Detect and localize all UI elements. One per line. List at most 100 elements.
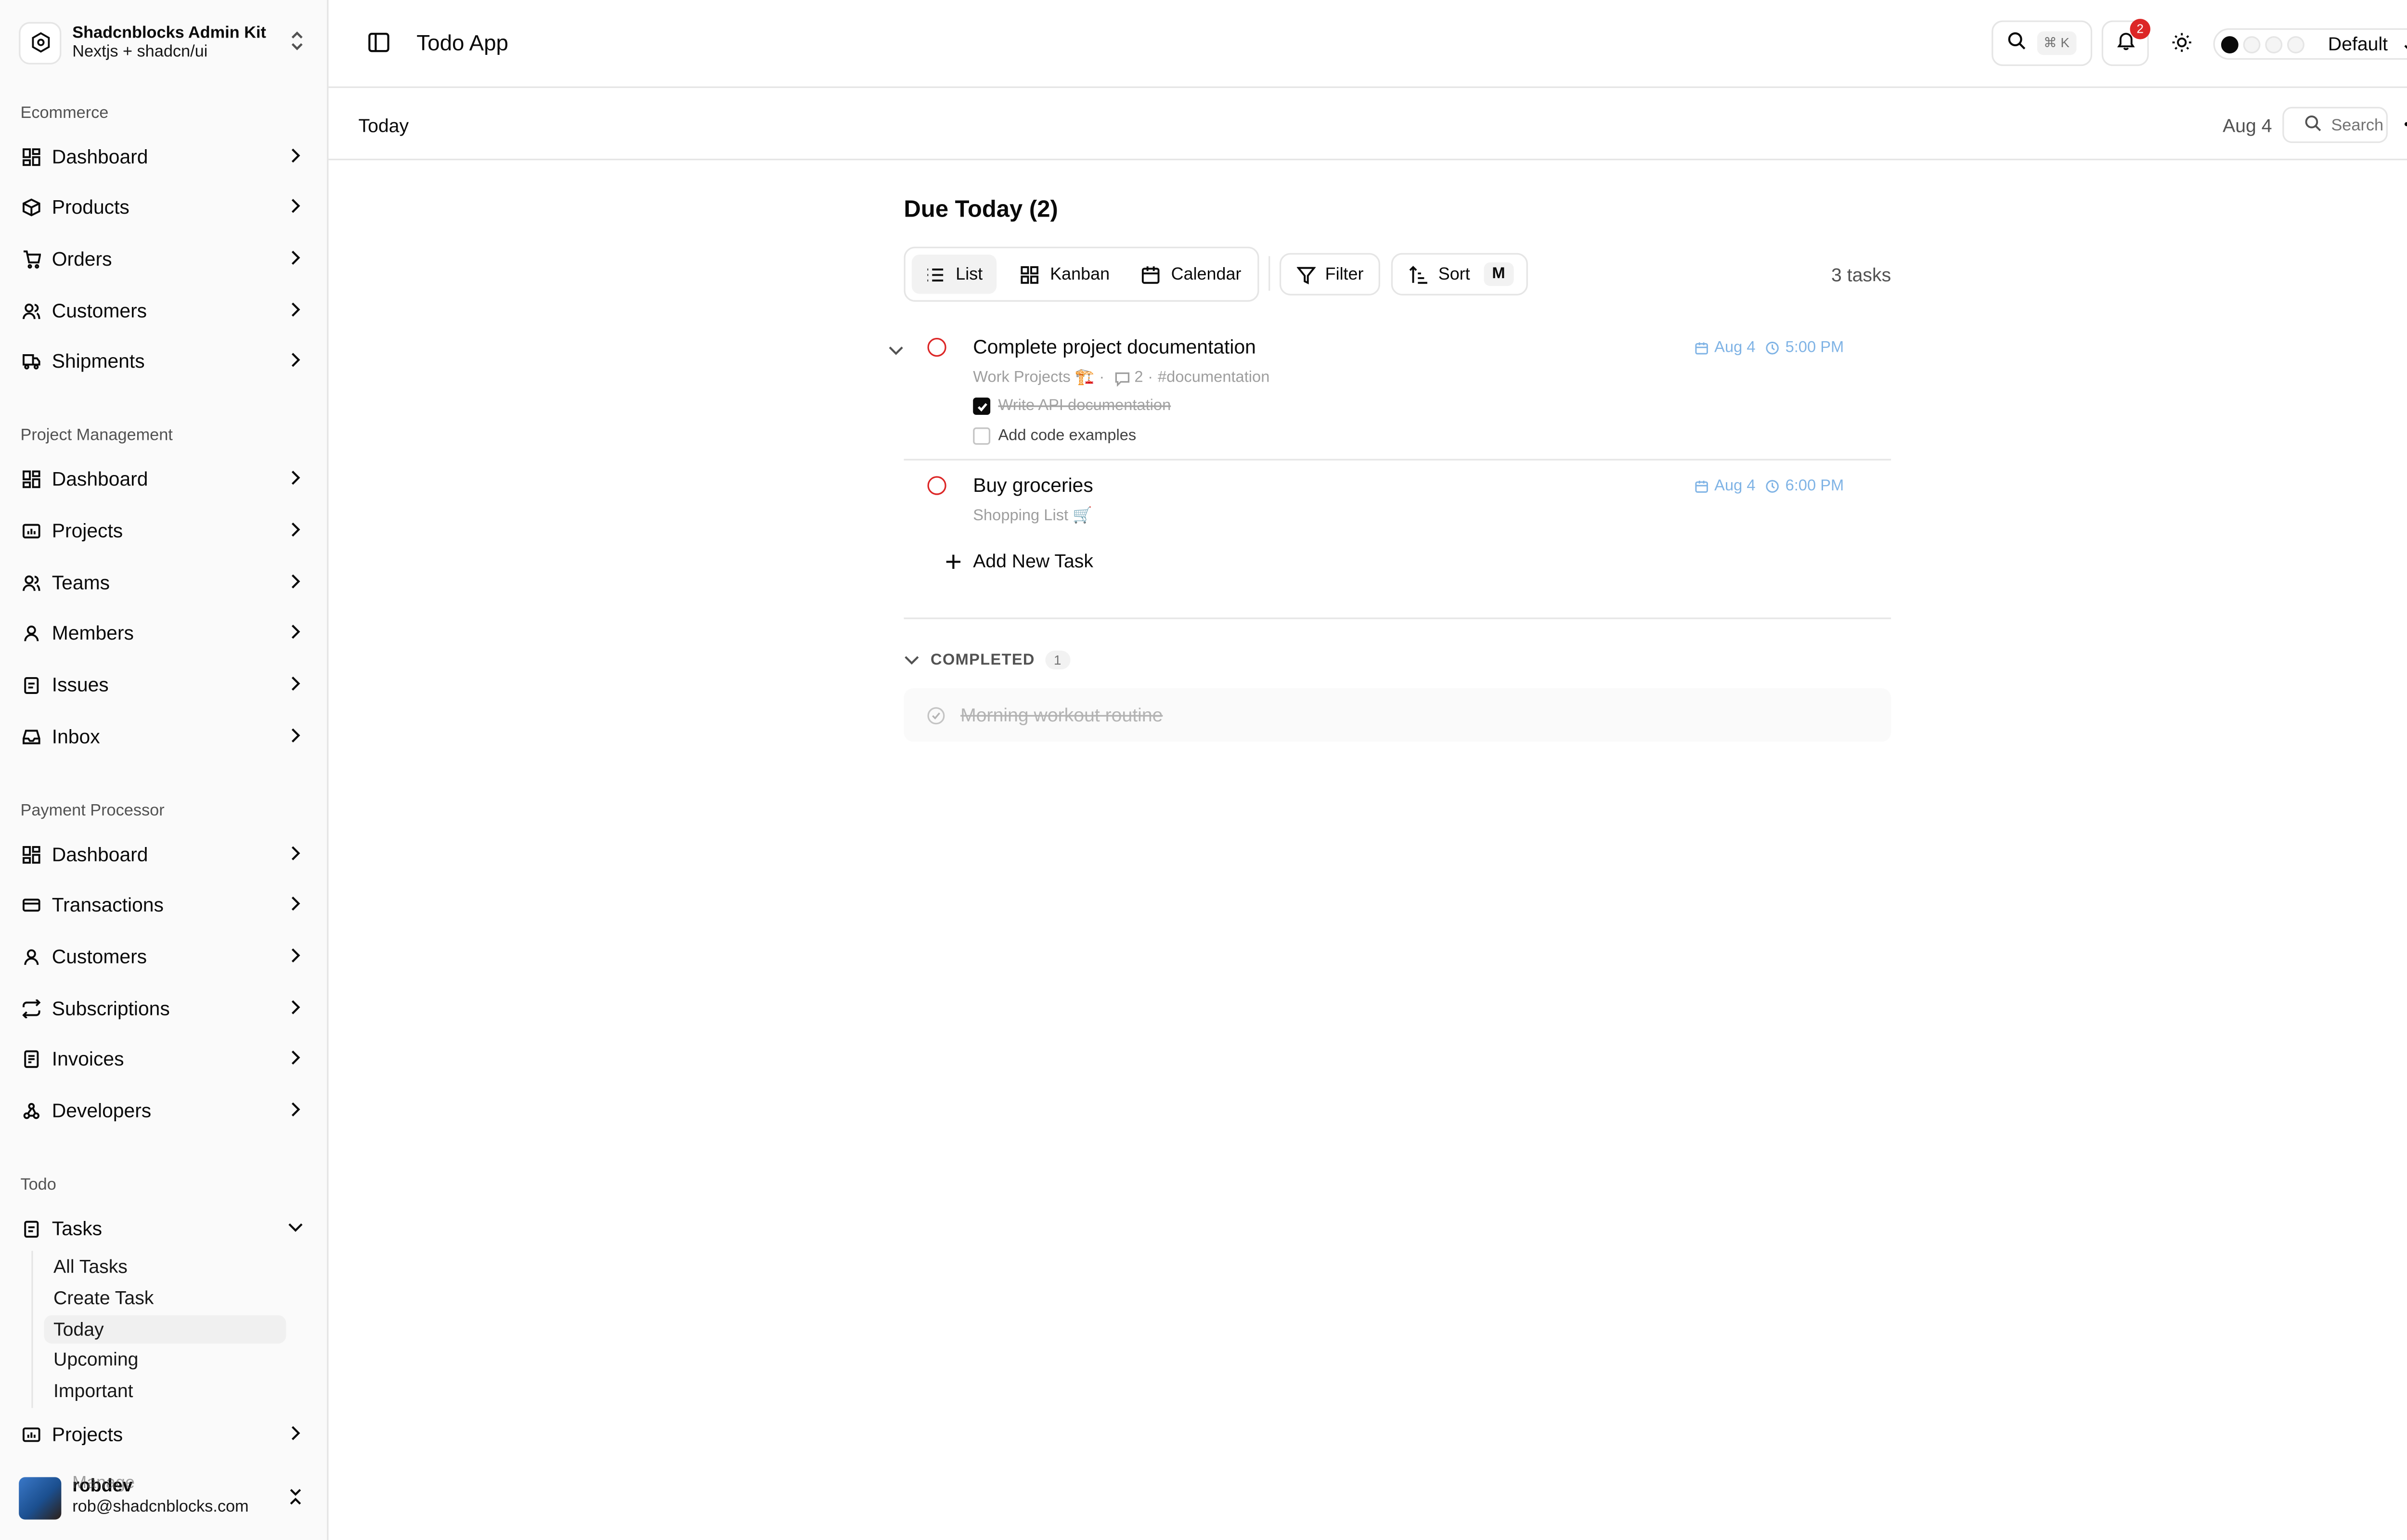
chevron-down-icon <box>2404 36 2407 64</box>
clock-icon <box>1765 480 1779 493</box>
sidebar-item-label: Members <box>52 622 134 644</box>
task-due-date: Aug 4 <box>1714 339 1756 357</box>
sidebar-item-ecommerce-customers[interactable]: Customers <box>13 289 316 333</box>
sidebar-item-products[interactable]: Products <box>13 185 316 229</box>
inbox-icon <box>22 728 41 746</box>
task-status-toggle[interactable] <box>927 338 946 357</box>
sidebar-item-transactions[interactable]: Transactions <box>13 883 316 927</box>
user-icon <box>22 624 41 642</box>
sidebar-item-inbox[interactable]: Inbox <box>13 715 316 759</box>
section-heading: Due Today (2) <box>904 196 1058 223</box>
sidebar-item-todo-projects[interactable]: Projects <box>13 1413 316 1457</box>
sidebar-subitem-today[interactable]: Today <box>44 1315 286 1344</box>
completed-section-toggle[interactable]: COMPLETED 1 <box>904 650 1070 670</box>
repeat-icon <box>22 999 41 1018</box>
sidebar-item-pm-dashboard[interactable]: Dashboard <box>13 457 316 501</box>
toolbar-divider <box>1268 256 1270 291</box>
folder-chart-icon <box>22 1425 41 1444</box>
swatch-light-3 <box>2287 35 2304 53</box>
search-placeholder: Search <box>2331 115 2384 135</box>
task-status-toggle[interactable] <box>927 476 946 495</box>
user-menu[interactable]: Manage robdev rob@shadcnblocks.com <box>19 1474 314 1521</box>
users-icon <box>22 302 41 321</box>
sidebar-subitem-all-tasks[interactable]: All Tasks <box>44 1252 286 1281</box>
sidebar-item-developers[interactable]: Developers <box>13 1089 316 1133</box>
shortcut-kbd: ⌘ K <box>2037 31 2076 55</box>
chevron-right-icon <box>288 676 304 692</box>
chevron-right-icon <box>288 1050 304 1065</box>
task-tag[interactable]: #documentation <box>1158 369 1269 386</box>
task-due: Aug 4 5:00 PM <box>1694 339 1844 357</box>
filter-button[interactable]: Filter <box>1279 253 1380 295</box>
completed-task-row[interactable]: Morning workout routine <box>904 688 1891 742</box>
subtask-item[interactable]: Write API documentation <box>973 398 1171 415</box>
dashboard-icon <box>22 470 41 488</box>
sidebar-item-label: Dashboard <box>52 468 148 490</box>
task-due-date: Aug 4 <box>1714 477 1756 495</box>
completed-label: COMPLETED <box>931 651 1035 669</box>
cart-icon <box>22 250 41 269</box>
subtask-item[interactable]: Add code examples <box>973 427 1136 445</box>
command-search-button[interactable]: ⌘ K <box>1992 20 2093 66</box>
comment-icon <box>1114 370 1130 386</box>
sidebar-item-label: Customers <box>52 946 147 968</box>
theme-select[interactable]: Default <box>2213 28 2407 60</box>
chevron-down-icon[interactable] <box>888 338 904 366</box>
sun-icon[interactable] <box>2171 31 2193 53</box>
view-kanban-button[interactable]: Kanban <box>1006 255 1124 294</box>
view-list-button[interactable]: List <box>911 254 997 294</box>
users-icon <box>22 574 41 592</box>
chevron-right-icon <box>288 1102 304 1117</box>
brand-switcher[interactable]: Shadcnblocks Admin Kit Nextjs + shadcn/u… <box>19 19 310 66</box>
sidebar-toggle-icon[interactable] <box>368 31 390 53</box>
chevron-right-icon <box>288 1425 304 1441</box>
clock-icon <box>1765 342 1779 355</box>
add-task-button[interactable]: Add New Task <box>945 550 1093 572</box>
task-comment-count: 2 <box>1134 369 1143 387</box>
clipboard-icon <box>22 1219 41 1238</box>
chevron-right-icon <box>288 624 304 640</box>
sidebar-item-members[interactable]: Members <box>13 611 316 655</box>
avatar <box>19 1476 62 1519</box>
subtask-checkbox[interactable] <box>973 427 991 445</box>
check-circle-icon[interactable] <box>927 706 945 724</box>
sidebar-item-teams[interactable]: Teams <box>13 561 316 605</box>
task-title[interactable]: Buy groceries <box>973 475 1093 497</box>
sidebar-item-ecommerce-dashboard[interactable]: Dashboard <box>13 135 316 179</box>
sidebar-item-pm-projects[interactable]: Projects <box>13 509 316 553</box>
sidebar-item-orders[interactable]: Orders <box>13 237 316 281</box>
subtask-label: Write API documentation <box>998 398 1171 415</box>
sidebar-subitem-important[interactable]: Important <box>44 1376 286 1405</box>
subtask-checkbox[interactable] <box>973 398 991 415</box>
dashboard-icon <box>22 846 41 864</box>
completed-task-title: Morning workout routine <box>960 704 1163 726</box>
view-switcher: List Kanban Calendar <box>904 246 1259 302</box>
sort-button[interactable]: Sort M <box>1391 253 1528 295</box>
sidebar-item-invoices[interactable]: Invoices <box>13 1037 316 1081</box>
task-title[interactable]: Complete project documentation <box>973 336 1256 359</box>
sort-icon <box>1409 265 1427 283</box>
sidebar-subitem-create-task[interactable]: Create Task <box>44 1284 286 1312</box>
sidebar-item-payment-customers[interactable]: Customers <box>13 935 316 979</box>
view-list-label: List <box>956 265 983 284</box>
sidebar-item-shipments[interactable]: Shipments <box>13 339 316 383</box>
sidebar-item-payment-dashboard[interactable]: Dashboard <box>13 833 316 877</box>
sidebar-item-label: Projects <box>52 1424 123 1446</box>
sort-kbd: M <box>1484 262 1513 286</box>
sidebar-item-issues[interactable]: Issues <box>13 663 316 707</box>
sidebar-item-tasks[interactable]: Tasks <box>13 1207 316 1251</box>
more-horizontal-icon[interactable] <box>2400 112 2407 137</box>
sidebar-subitem-upcoming[interactable]: Upcoming <box>44 1345 286 1373</box>
sidebar-item-manage-label: Manage <box>72 1474 135 1493</box>
view-calendar-label: Calendar <box>1171 265 1242 284</box>
sidebar-item-label: Issues <box>52 674 109 696</box>
notification-badge: 2 <box>2130 19 2150 39</box>
task-due: Aug 4 6:00 PM <box>1694 478 1844 495</box>
user-icon <box>22 948 41 966</box>
sidebar-item-label: Orders <box>52 248 112 270</box>
chevron-right-icon <box>288 198 304 214</box>
sidebar-item-subscriptions[interactable]: Subscriptions <box>13 987 316 1031</box>
filter-icon <box>1296 266 1316 284</box>
task-search-input[interactable]: Search <box>2282 107 2388 143</box>
view-calendar-button[interactable]: Calendar <box>1127 255 1255 294</box>
